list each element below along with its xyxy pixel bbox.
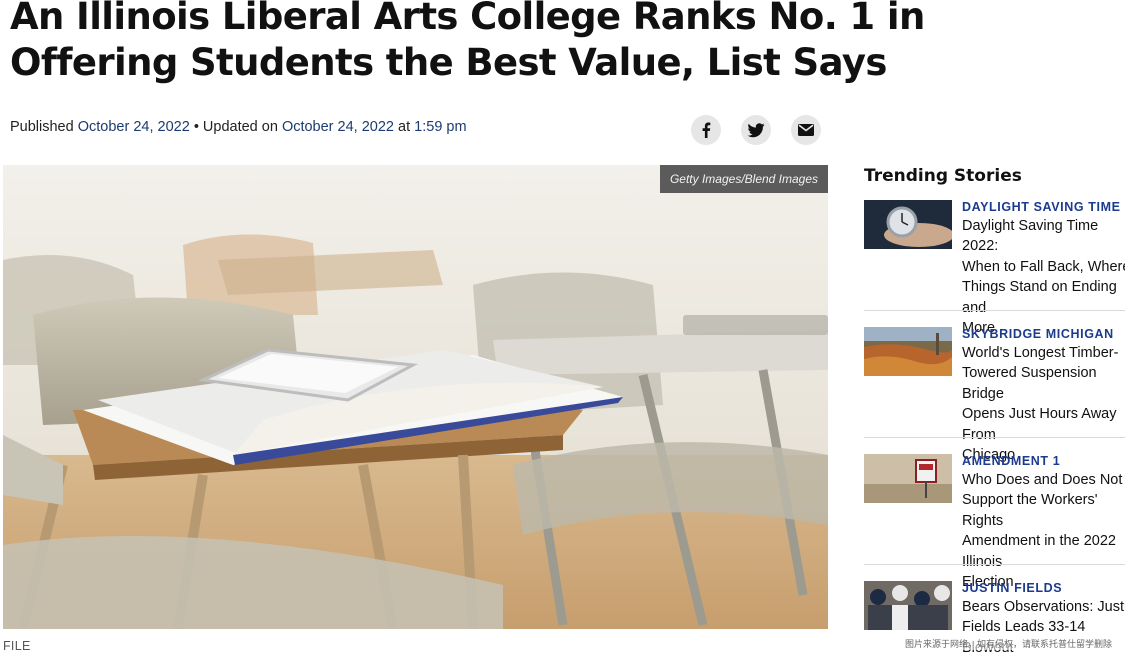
clock-in-hand-thumbnail bbox=[864, 200, 952, 249]
story-thumbnail[interactable] bbox=[864, 581, 952, 630]
updated-time: 1:59 pm bbox=[414, 119, 467, 135]
story-kicker[interactable]: DAYLIGHT SAVING TIME bbox=[962, 200, 1121, 214]
story-title[interactable]: Who Does and Does Not Support the Worker… bbox=[962, 470, 1125, 592]
story-thumbnail[interactable] bbox=[864, 327, 952, 376]
autumn-landscape-thumbnail bbox=[864, 327, 952, 376]
byline: Published October 24, 2022 • Updated on … bbox=[10, 119, 467, 135]
email-share-button[interactable] bbox=[791, 115, 821, 145]
updated-date: October 24, 2022 bbox=[281, 119, 394, 135]
story-divider bbox=[864, 564, 1125, 565]
story-divider bbox=[864, 310, 1125, 311]
twitter-icon bbox=[747, 122, 765, 137]
hero-image: Getty Images/Blend Images bbox=[3, 165, 828, 629]
facebook-icon bbox=[702, 122, 711, 138]
article-headline: An Illinois Liberal Arts College Ranks N… bbox=[10, 0, 925, 84]
at-label: at bbox=[398, 119, 411, 135]
byline-separator: • bbox=[193, 119, 199, 135]
sidebar-title: Trending Stories bbox=[864, 166, 1022, 186]
story-divider bbox=[864, 437, 1125, 438]
trending-sidebar: Trending Stories DAYLIGHT SAVING TIME Da… bbox=[864, 165, 1125, 654]
image-caption: FILE bbox=[3, 639, 31, 653]
facebook-share-button[interactable] bbox=[691, 115, 721, 145]
story-title[interactable]: Daylight Saving Time 2022: When to Fall … bbox=[962, 216, 1125, 338]
updated-label: Updated on bbox=[202, 119, 278, 135]
published-label: Published bbox=[10, 119, 74, 135]
classroom-desks-photo bbox=[3, 165, 828, 629]
twitter-share-button[interactable] bbox=[741, 115, 771, 145]
story-thumbnail[interactable] bbox=[864, 454, 952, 503]
story-kicker[interactable]: SKYBRIDGE MICHIGAN bbox=[962, 327, 1114, 341]
email-icon bbox=[798, 124, 814, 136]
story-kicker[interactable]: JUSTIN FIELDS bbox=[962, 581, 1062, 595]
image-credit: Getty Images/Blend Images bbox=[660, 165, 828, 193]
story-kicker[interactable]: AMENDMENT 1 bbox=[962, 454, 1060, 468]
football-players-thumbnail bbox=[864, 581, 952, 630]
story-title[interactable]: World's Longest Timber- Towered Suspensi… bbox=[962, 343, 1125, 465]
watermark-text: 图片来源于网络，如有侵权，请联系托普仕留学删除 bbox=[905, 637, 1113, 650]
story-thumbnail[interactable] bbox=[864, 200, 952, 249]
published-date: October 24, 2022 bbox=[77, 119, 190, 135]
vote-sign-thumbnail bbox=[864, 454, 952, 503]
